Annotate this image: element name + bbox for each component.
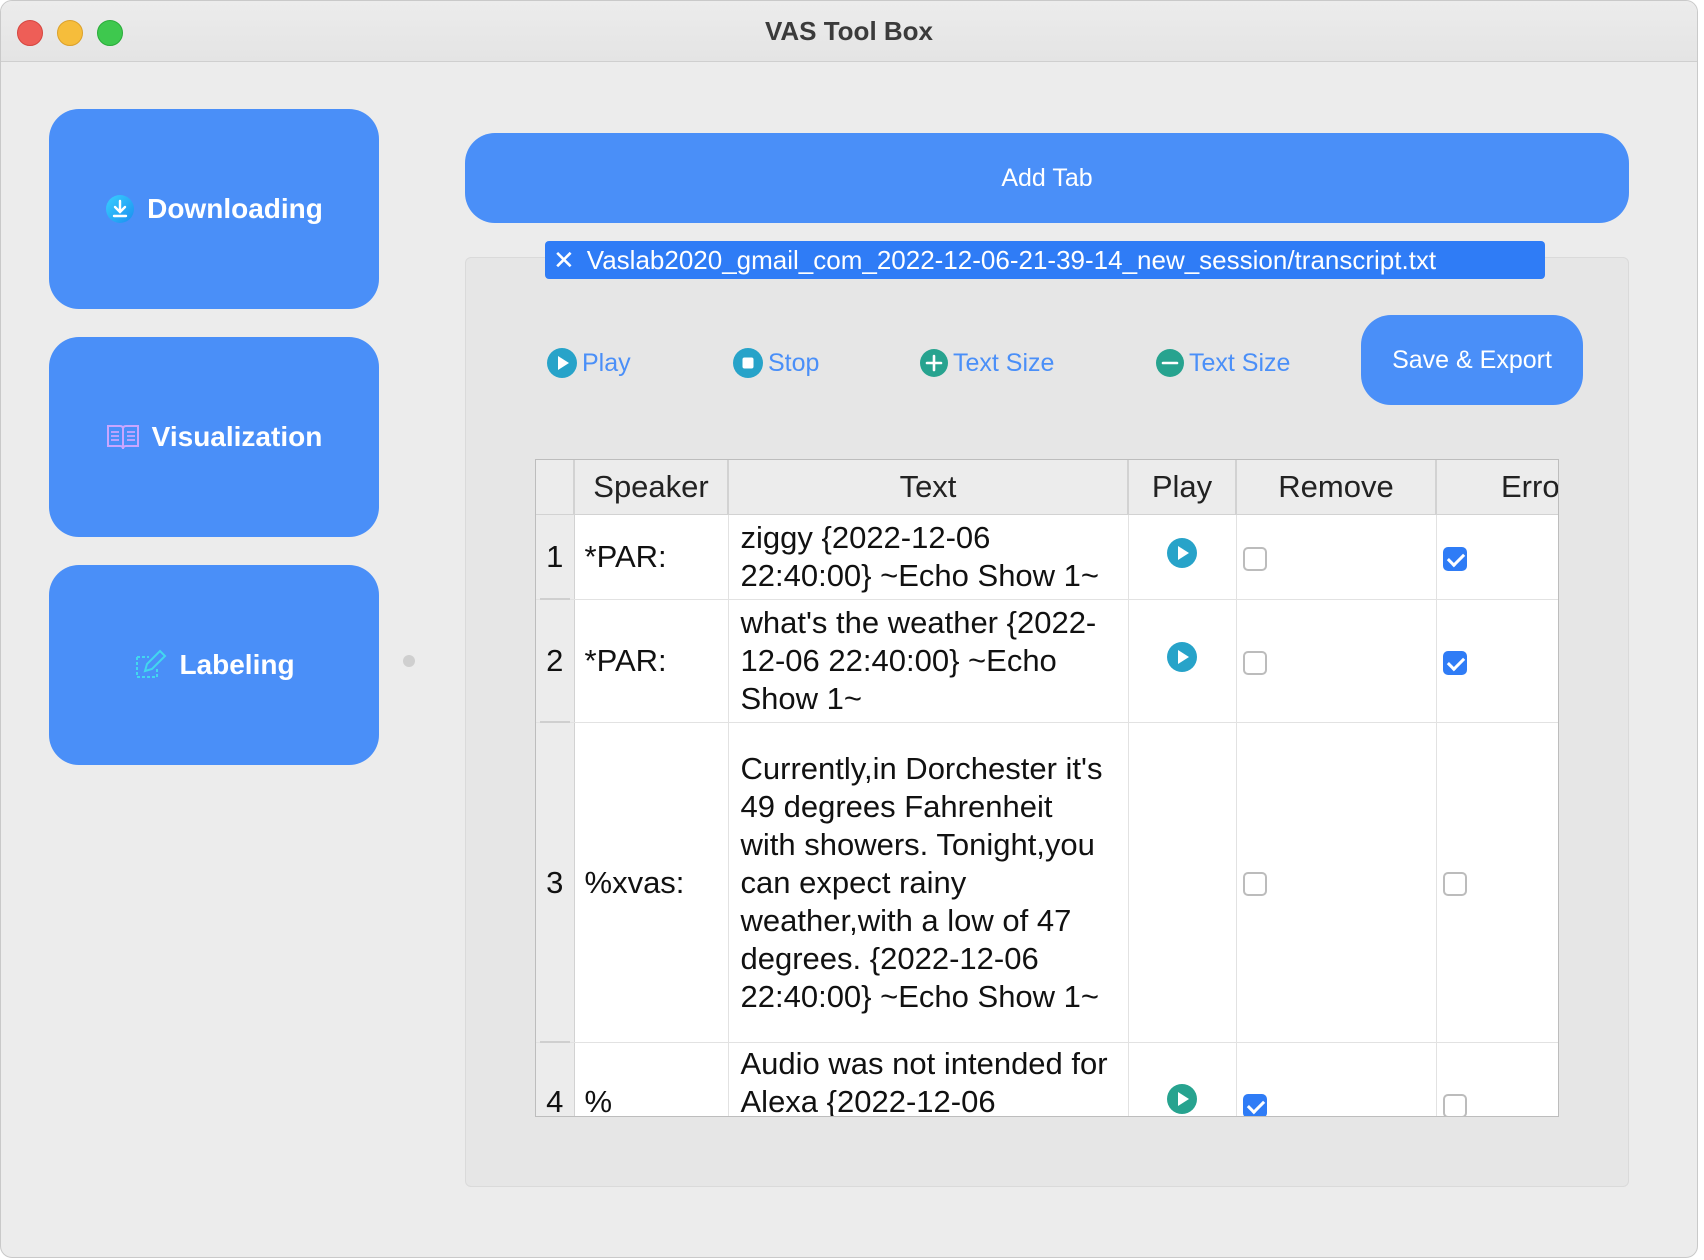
window-title: VAS Tool Box	[764, 16, 934, 46]
header-corner	[536, 460, 575, 515]
splitter-handle[interactable]	[403, 655, 415, 667]
remove-checkbox[interactable]	[1242, 872, 1267, 897]
text-cell[interactable]: what's the weather {2022-12-06 22:40:00}…	[728, 599, 1129, 723]
app-window: VAS Tool Box Downloading Visualization L…	[0, 0, 1698, 1258]
text-size-increase-button[interactable]: Text Size	[919, 343, 1054, 383]
play-button[interactable]: Play	[546, 343, 631, 383]
error-checkbox[interactable]	[1442, 872, 1467, 897]
play-row-icon[interactable]	[1166, 641, 1198, 682]
text-size-decrease-button[interactable]: Text Size	[1155, 343, 1290, 383]
error-cell	[1436, 1042, 1558, 1116]
visualization-button[interactable]: Visualization	[49, 337, 379, 537]
text-size-decrease-label: Text Size	[1189, 348, 1291, 377]
speaker-cell[interactable]: %	[574, 1042, 729, 1116]
header-remove[interactable]: Remove	[1236, 460, 1437, 515]
plus-circle-icon	[919, 348, 949, 378]
add-tab-button[interactable]: Add Tab	[465, 133, 1629, 223]
play-row-icon[interactable]	[1166, 1083, 1198, 1116]
remove-checkbox[interactable]	[1242, 546, 1267, 571]
labeling-label: Labeling	[179, 649, 295, 680]
table-row[interactable]: 2 *PAR: what's the weather {2022-12-06 2…	[536, 599, 1558, 723]
play-cell[interactable]	[1128, 1042, 1237, 1116]
error-cell	[1436, 599, 1558, 723]
play-row-icon[interactable]	[1166, 537, 1198, 578]
text-cell[interactable]: Audio was not intended for Alexa {2022-1…	[728, 1042, 1129, 1116]
edit-icon	[133, 649, 167, 681]
play-label: Play	[582, 348, 631, 377]
text-cell[interactable]: ziggy {2022-12-06 22:40:00} ~Echo Show 1…	[728, 514, 1129, 600]
remove-checkbox[interactable]	[1242, 650, 1267, 675]
header-speaker[interactable]: Speaker	[574, 460, 729, 515]
labeling-button[interactable]: Labeling	[49, 565, 379, 765]
title-bar: VAS Tool Box	[1, 1, 1697, 62]
speaker-cell[interactable]: *PAR:	[574, 599, 729, 723]
downloading-button[interactable]: Downloading	[49, 109, 379, 309]
play-cell	[1128, 722, 1237, 1043]
remove-cell	[1236, 599, 1437, 723]
header-play[interactable]: Play	[1128, 460, 1237, 515]
play-cell[interactable]	[1128, 599, 1237, 723]
table-row[interactable]: 3 %xvas: Currently,in Dorchester it's 49…	[536, 722, 1558, 1043]
play-cell[interactable]	[1128, 514, 1237, 600]
minus-circle-icon	[1155, 348, 1185, 378]
remove-cell	[1236, 1042, 1437, 1116]
speaker-cell[interactable]: *PAR:	[574, 514, 729, 600]
stop-button[interactable]: Stop	[732, 343, 819, 383]
stop-icon	[732, 347, 764, 379]
remove-checkbox[interactable]	[1242, 1093, 1267, 1116]
stop-label: Stop	[768, 348, 820, 377]
remove-cell	[1236, 514, 1437, 600]
text-size-increase-label: Text Size	[953, 348, 1055, 377]
downloading-label: Downloading	[147, 193, 323, 224]
play-icon	[546, 347, 578, 379]
table-row[interactable]: 1 *PAR: ziggy {2022-12-06 22:40:00} ~Ech…	[536, 514, 1558, 600]
book-icon	[106, 422, 140, 452]
text-cell[interactable]: Currently,in Dorchester it's 49 degrees …	[728, 722, 1129, 1043]
header-text[interactable]: Text	[728, 460, 1129, 515]
visualization-label: Visualization	[151, 421, 323, 452]
error-checkbox[interactable]	[1442, 1093, 1467, 1116]
row-number[interactable]: 4	[536, 1042, 575, 1116]
remove-cell	[1236, 722, 1437, 1043]
table-row[interactable]: 4 % Audio was not intended for Alexa {20…	[536, 1042, 1558, 1116]
tab-close-icon[interactable]: ✕	[553, 247, 575, 273]
download-icon	[105, 194, 135, 224]
save-export-button[interactable]: Save & Export	[1361, 315, 1583, 405]
row-number[interactable]: 1	[536, 514, 575, 600]
row-number[interactable]: 3	[536, 722, 575, 1043]
speaker-cell[interactable]: %xvas:	[574, 722, 729, 1043]
row-number[interactable]: 2	[536, 599, 575, 723]
table-header-row: Speaker Text Play Remove Error	[536, 460, 1558, 515]
header-error[interactable]: Error	[1436, 460, 1558, 515]
error-checkbox[interactable]	[1442, 546, 1467, 571]
error-checkbox[interactable]	[1442, 650, 1467, 675]
error-cell	[1436, 722, 1558, 1043]
tab-transcript[interactable]: ✕ Vaslab2020_gmail_com_2022-12-06-21-39-…	[545, 241, 1545, 279]
error-cell	[1436, 514, 1558, 600]
tab-label: Vaslab2020_gmail_com_2022-12-06-21-39-14…	[586, 244, 1437, 275]
transcript-table[interactable]: Speaker Text Play Remove Error 1 *PAR: z…	[535, 459, 1559, 1117]
